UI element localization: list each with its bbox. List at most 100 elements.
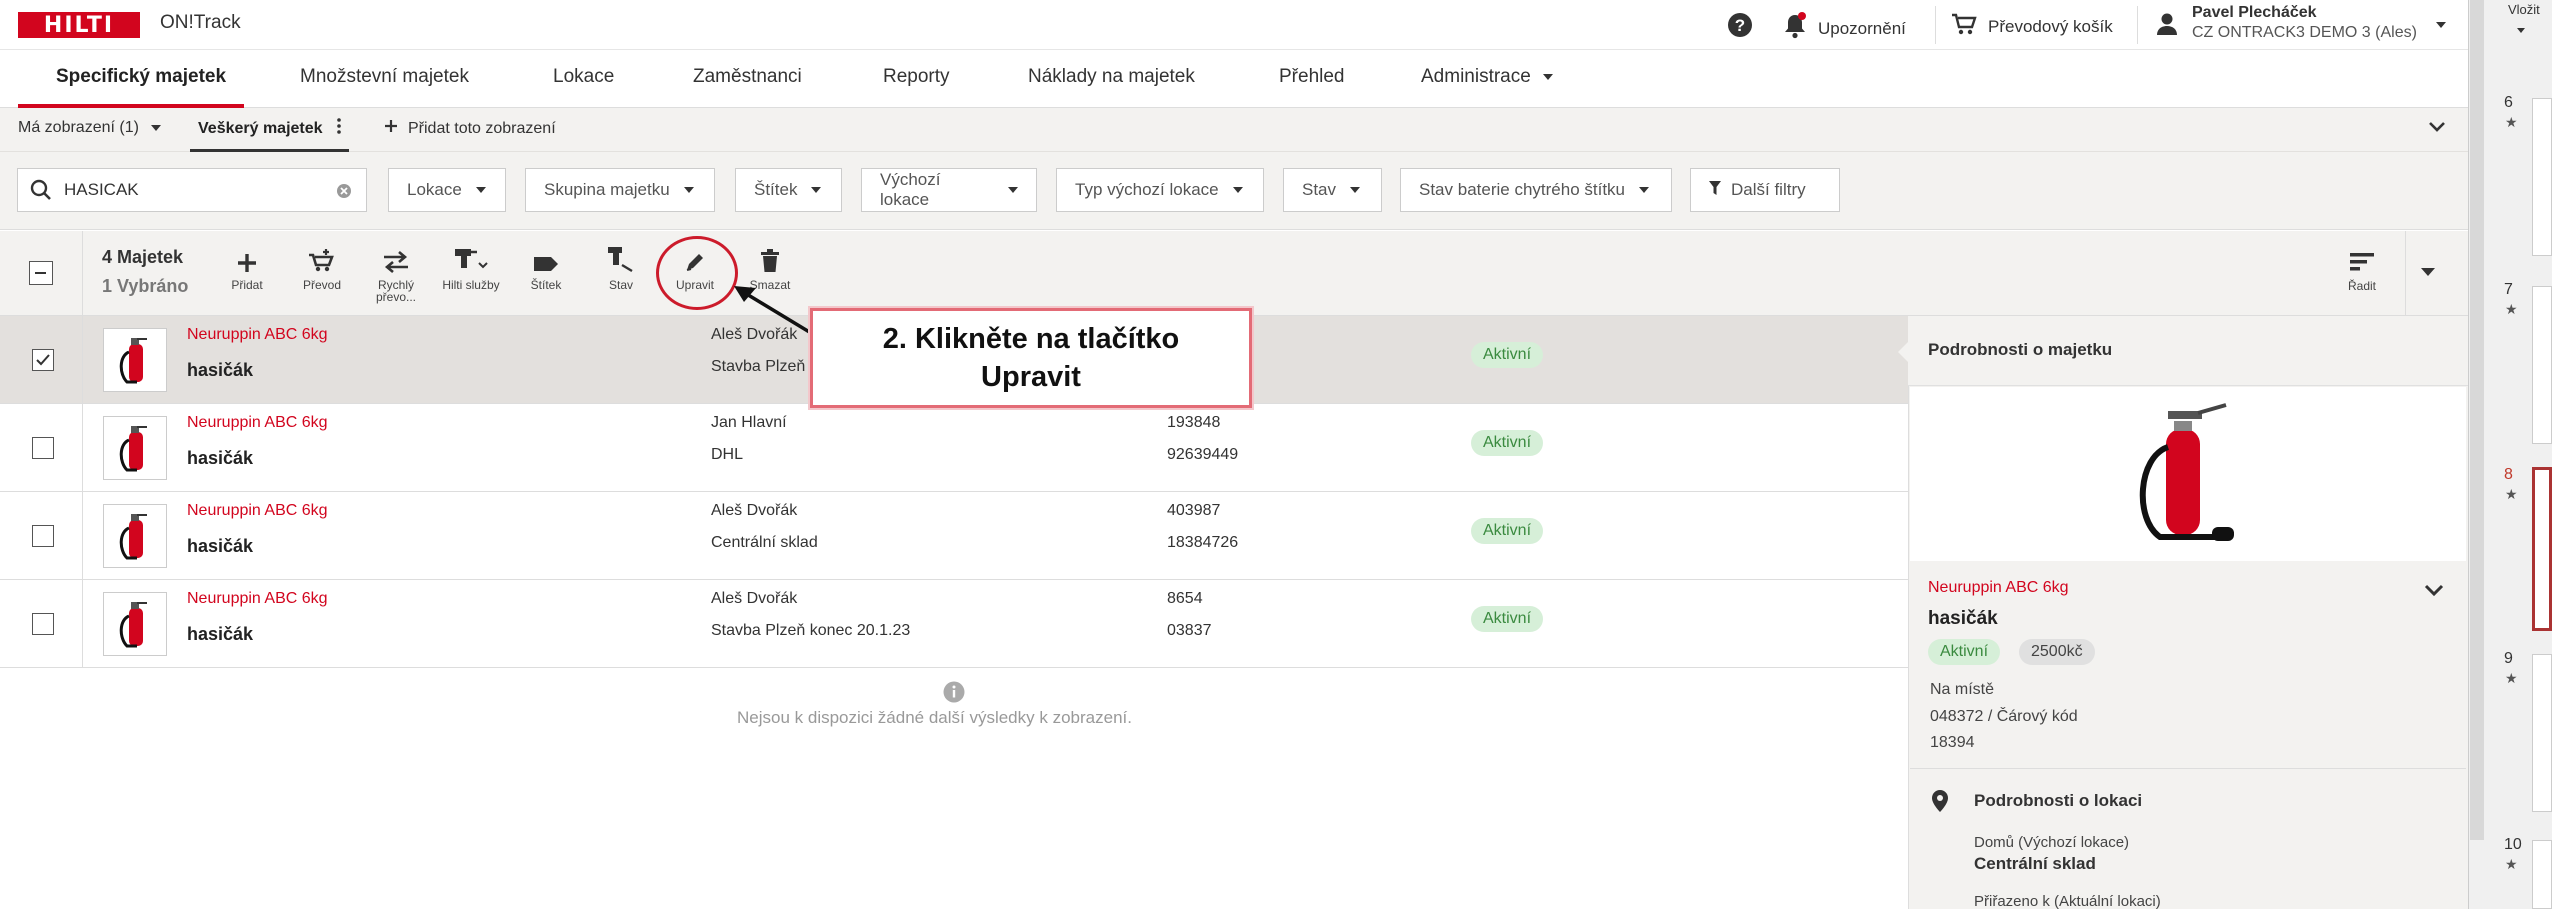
- slide-number: 7: [2504, 281, 2513, 298]
- quick-transfer-label-2: převo...: [375, 290, 417, 304]
- table-row[interactable]: Neuruppin ABC 6kg hasičák Jan Hlavní DHL…: [0, 404, 1908, 492]
- row-checkbox[interactable]: [32, 525, 54, 547]
- asset-count: 4 Majetek: [102, 247, 184, 267]
- help-icon[interactable]: ?: [1727, 12, 1753, 43]
- filter-default-location[interactable]: Výchozí lokace: [861, 168, 1037, 212]
- paste-chevron-icon[interactable]: [2517, 28, 2525, 33]
- details-price-badge: 2500kč: [2019, 639, 2095, 665]
- status-label: Stav: [608, 278, 633, 292]
- slide-thumbnail[interactable]: [2532, 654, 2552, 812]
- asset-model[interactable]: Neuruppin ABC 6kg: [187, 590, 328, 608]
- table-row[interactable]: Neuruppin ABC 6kg hasičák Aleš Dvořák Ce…: [0, 492, 1908, 580]
- toolbar-expand-chevron-icon[interactable]: [2421, 268, 2435, 276]
- asset-model[interactable]: Neuruppin ABC 6kg: [187, 414, 328, 432]
- search-input[interactable]: [64, 180, 334, 200]
- my-views-dropdown[interactable]: Má zobrazení (1): [18, 119, 161, 137]
- paste-label[interactable]: Vložit: [2508, 2, 2540, 17]
- transfer-button[interactable]: Převod: [292, 245, 352, 291]
- asset-owner: Aleš Dvořák: [711, 502, 798, 519]
- user-company: CZ ONTRACK3 DEMO 3 (Ales): [2192, 24, 2417, 41]
- tab-specific-assets[interactable]: Specifický majetek: [56, 66, 226, 88]
- star-icon: ★: [2505, 856, 2518, 872]
- search-box[interactable]: [17, 168, 367, 212]
- divider: [82, 316, 83, 668]
- select-all-checkbox[interactable]: [29, 261, 53, 285]
- more-filters-button[interactable]: Další filtry: [1690, 168, 1840, 212]
- slide-thumbnail-active[interactable]: [2532, 467, 2552, 631]
- filter-default-location-label: Výchozí lokace: [880, 170, 941, 209]
- scrollbar[interactable]: [2470, 0, 2484, 840]
- notifications-label: Upozornění: [1818, 18, 1906, 38]
- tab-asset-costs[interactable]: Náklady na majetek: [1028, 66, 1195, 88]
- filter-label[interactable]: Štítek: [735, 168, 842, 212]
- details-status-badge: Aktivní: [1928, 639, 2001, 665]
- row-checkbox[interactable]: [32, 437, 54, 459]
- all-assets-view-tab[interactable]: Veškerý majetek: [190, 108, 349, 152]
- slide-number: 6: [2504, 94, 2513, 111]
- filter-asset-group[interactable]: Skupina majetku: [525, 168, 715, 212]
- row-checkbox[interactable]: [32, 349, 54, 371]
- tab-employees[interactable]: Zaměstnanci: [693, 66, 802, 88]
- asset-inventory-number: 8654: [1167, 590, 1203, 607]
- status-badge: Aktivní: [1471, 606, 1544, 632]
- filter-smart-tag-battery[interactable]: Stav baterie chytrého štítku: [1400, 168, 1672, 212]
- sort-label: Řadit: [2347, 279, 2376, 293]
- label-button[interactable]: Štítek: [516, 245, 576, 291]
- asset-model[interactable]: Neuruppin ABC 6kg: [187, 326, 328, 344]
- sort-button[interactable]: Řadit: [2332, 245, 2392, 293]
- home-location-value: Centrální sklad: [1974, 854, 2096, 873]
- filter-default-location-type[interactable]: Typ výchozí lokace: [1056, 168, 1264, 212]
- hilti-services-label: Hilti služby: [442, 278, 500, 292]
- status-button[interactable]: Stav: [591, 245, 651, 291]
- status-badge: Aktivní: [1471, 342, 1544, 368]
- status-badge: Aktivní: [1471, 518, 1544, 544]
- tab-overview[interactable]: Přehled: [1279, 66, 1345, 88]
- tutorial-callout: 2. Klikněte na tlačítko Upravit: [810, 308, 1252, 408]
- more-filters-label: Další filtry: [1731, 180, 1806, 199]
- tag-icon: [533, 245, 559, 273]
- tab-administration[interactable]: Administrace: [1421, 66, 1553, 88]
- hilti-logo[interactable]: HILTI: [18, 12, 140, 38]
- plus-icon: [384, 119, 398, 138]
- quick-transfer-button[interactable]: Rychlý převo...: [366, 245, 426, 303]
- location-details-title: Podrobnosti o lokaci: [1974, 791, 2143, 810]
- filter-funnel-icon: [1709, 180, 1721, 200]
- add-view-button[interactable]: Přidat toto zobrazení: [384, 119, 556, 138]
- details-collapse-chevron-icon[interactable]: [2424, 584, 2444, 603]
- row-checkbox[interactable]: [32, 613, 54, 635]
- slide-thumbnail[interactable]: [2532, 98, 2552, 256]
- collapse-chevron-icon[interactable]: [2428, 120, 2446, 138]
- details-model[interactable]: Neuruppin ABC 6kg: [1928, 579, 2069, 597]
- asset-model[interactable]: Neuruppin ABC 6kg: [187, 502, 328, 520]
- asset-owner: Aleš Dvořák: [711, 590, 798, 607]
- tab-reports[interactable]: Reporty: [883, 66, 950, 88]
- indeterminate-icon: [35, 272, 46, 274]
- tab-quantity-assets[interactable]: Množstevní majetek: [300, 66, 469, 88]
- divider: [82, 231, 83, 316]
- transfer-cart-button[interactable]: Převodový košík: [1950, 12, 2113, 41]
- plus-icon: [237, 245, 257, 273]
- table-row[interactable]: Neuruppin ABC 6kg hasičák Aleš Dvořák St…: [0, 580, 1908, 668]
- slide-thumbnail[interactable]: [2532, 840, 2552, 909]
- clear-search-icon[interactable]: [336, 183, 352, 204]
- tab-locations[interactable]: Lokace: [553, 66, 614, 88]
- divider: [1910, 768, 2466, 769]
- chevron-down-icon: [475, 187, 486, 193]
- add-button[interactable]: Přidat: [217, 245, 277, 291]
- slide-thumbnail[interactable]: [2532, 286, 2552, 444]
- notifications-button[interactable]: Upozornění: [1782, 12, 1906, 45]
- filter-status[interactable]: Stav: [1283, 168, 1382, 212]
- asset-barcode: 18384726: [1167, 534, 1239, 551]
- fire-extinguisher-icon: [119, 426, 147, 472]
- filter-status-label: Stav: [1302, 180, 1337, 199]
- asset-location: Stavba Plzeň konec 20.1.23: [711, 622, 911, 639]
- user-menu[interactable]: Pavel Plecháček CZ ONTRACK3 DEMO 3 (Ales…: [2152, 4, 2452, 48]
- filter-location[interactable]: Lokace: [388, 168, 506, 212]
- details-on-site: Na místě: [1930, 681, 1995, 698]
- divider: [1935, 6, 1936, 44]
- more-vertical-icon[interactable]: [336, 118, 341, 139]
- all-assets-label: Veškerý majetek: [198, 119, 323, 137]
- user-icon: [2156, 12, 2178, 41]
- hilti-services-button[interactable]: Hilti služby: [441, 245, 501, 291]
- asset-name: hasičák: [187, 624, 254, 644]
